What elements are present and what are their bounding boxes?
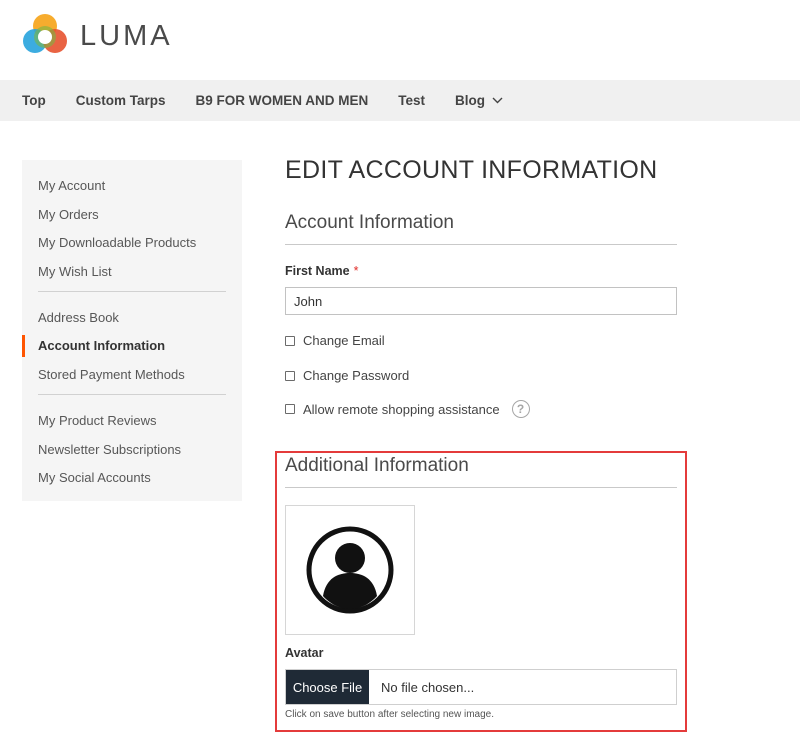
change-email-label: Change Email: [303, 333, 385, 348]
change-password-checkbox-row[interactable]: Change Password: [285, 368, 409, 383]
required-marker: *: [353, 264, 359, 278]
header: LUMA: [0, 0, 800, 80]
remote-assistance-checkbox-row[interactable]: Allow remote shopping assistance ?: [285, 400, 530, 418]
change-password-label: Change Password: [303, 368, 410, 383]
chevron-down-icon: [492, 97, 503, 104]
sidebar-item-wish-list[interactable]: My Wish List: [22, 261, 242, 290]
first-name-label-text: First Name: [285, 264, 350, 278]
additional-information-heading: Additional Information: [285, 455, 469, 476]
change-password-checkbox[interactable]: [285, 370, 295, 381]
avatar-hint: Click on save button after selecting new…: [285, 709, 494, 720]
sidebar-divider: [38, 290, 226, 292]
nav-item-b9[interactable]: B9 FOR WOMEN AND MEN: [196, 93, 369, 108]
change-email-checkbox[interactable]: [285, 335, 295, 346]
sidebar-item-downloadable-products[interactable]: My Downloadable Products: [22, 232, 242, 261]
luma-logo[interactable]: LUMA: [22, 13, 173, 59]
sidebar-item-account-information[interactable]: Account Information: [22, 335, 242, 364]
remote-assistance-checkbox[interactable]: [285, 404, 295, 414]
luma-logo-icon: [23, 14, 67, 53]
sidebar-item-stored-payment-methods[interactable]: Stored Payment Methods: [22, 364, 242, 393]
nav-item-label: Blog: [455, 93, 486, 108]
nav-item-label: B9 FOR WOMEN AND MEN: [195, 93, 369, 108]
nav-item-custom-tarps[interactable]: Custom Tarps: [76, 93, 166, 108]
account-sidebar: My Account My Orders My Downloadable Pro…: [22, 160, 242, 501]
sidebar-divider: [38, 393, 226, 395]
file-status-text: No file chosen...: [381, 679, 475, 695]
section-divider: [285, 487, 677, 488]
nav-item-top[interactable]: Top: [22, 93, 46, 108]
nav-item-label: Test: [398, 93, 426, 108]
choose-file-button[interactable]: Choose File: [286, 670, 369, 704]
user-avatar-icon: [306, 526, 394, 614]
nav-item-label: Custom Tarps: [75, 93, 166, 108]
brand-name: LUMA: [80, 19, 173, 52]
sidebar-item-newsletter-subscriptions[interactable]: Newsletter Subscriptions: [22, 439, 242, 468]
sidebar-item-social-accounts[interactable]: My Social Accounts: [22, 467, 242, 496]
avatar-file-input[interactable]: Choose File No file chosen...: [285, 669, 677, 705]
sidebar-item-address-book[interactable]: Address Book: [22, 307, 242, 336]
nav-item-blog[interactable]: Blog: [455, 93, 503, 108]
sidebar-item-my-account[interactable]: My Account: [22, 175, 242, 204]
nav-item-test[interactable]: Test: [398, 93, 425, 108]
nav-item-label: Top: [22, 93, 46, 108]
first-name-input[interactable]: [285, 287, 677, 315]
help-icon[interactable]: ?: [511, 400, 530, 418]
main-navigation: Top Custom Tarps B9 FOR WOMEN AND MEN Te…: [0, 80, 800, 121]
section-divider: [285, 244, 677, 245]
change-email-checkbox-row[interactable]: Change Email: [285, 333, 385, 348]
first-name-label: First Name *: [285, 264, 358, 278]
sidebar-item-my-orders[interactable]: My Orders: [22, 204, 242, 233]
account-information-heading: Account Information: [285, 212, 454, 233]
sidebar-item-product-reviews[interactable]: My Product Reviews: [22, 410, 242, 439]
avatar-label: Avatar: [285, 646, 324, 660]
avatar-preview: [285, 505, 415, 635]
page-title: EDIT ACCOUNT INFORMATION: [285, 156, 658, 184]
remote-assistance-label: Allow remote shopping assistance: [303, 401, 500, 417]
